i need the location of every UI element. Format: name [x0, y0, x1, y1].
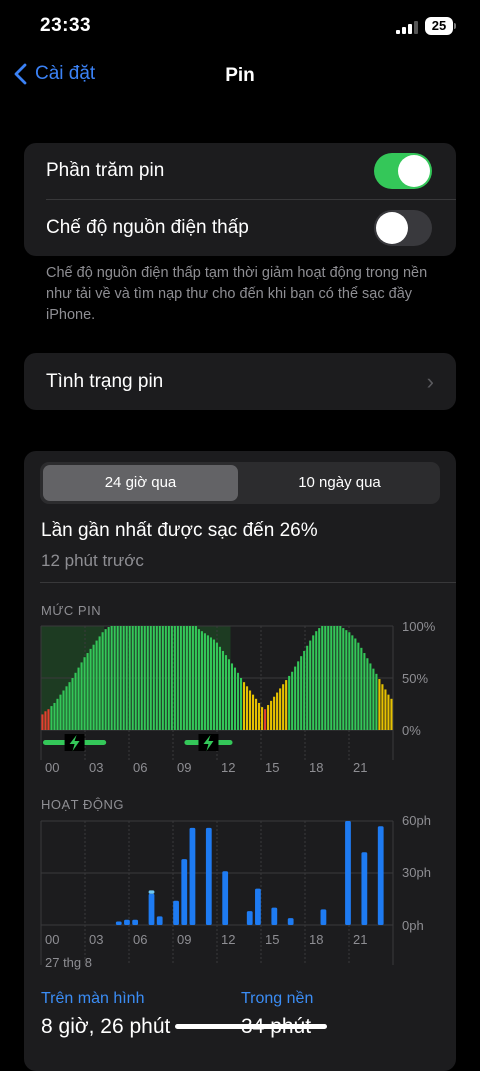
x-tick-label: 06 [133, 932, 148, 947]
x-tick-label: 03 [89, 932, 104, 947]
activity-bar [345, 821, 351, 925]
x-tick-label: 15 [265, 932, 280, 947]
activity-chart [40, 820, 394, 965]
background-label: Trong nền [241, 990, 314, 1007]
activity-bar [205, 827, 212, 925]
x-tick-label: 18 [309, 932, 324, 947]
x-tick-label: 00 [45, 932, 60, 947]
activity-bar [246, 911, 253, 925]
date-label: 27 thg 8 [45, 955, 92, 970]
x-tick-label: 09 [177, 932, 192, 947]
activity-bar [271, 907, 278, 925]
screen-on-label: Trên màn hình [41, 990, 145, 1007]
screen-on-value: 8 giờ, 26 phút [41, 1015, 171, 1038]
activity-bar [124, 919, 130, 925]
activity-bar [115, 921, 122, 925]
x-tick-label: 21 [353, 932, 368, 947]
activity-bar [361, 852, 368, 925]
activity-bar [189, 827, 196, 925]
x-tick-label: 12 [221, 932, 236, 947]
activity-bar [320, 909, 327, 925]
activity-bar [148, 893, 155, 925]
home-indicator[interactable] [175, 1024, 327, 1029]
activity-bar [377, 826, 384, 925]
activity-bar [181, 859, 188, 925]
activity-bar [156, 916, 163, 925]
background-activity-bar [148, 890, 155, 894]
activity-bar [222, 871, 229, 925]
activity-bar [132, 919, 139, 925]
activity-bar [173, 900, 179, 925]
activity-bar [287, 918, 294, 925]
activity-bar [255, 888, 261, 925]
